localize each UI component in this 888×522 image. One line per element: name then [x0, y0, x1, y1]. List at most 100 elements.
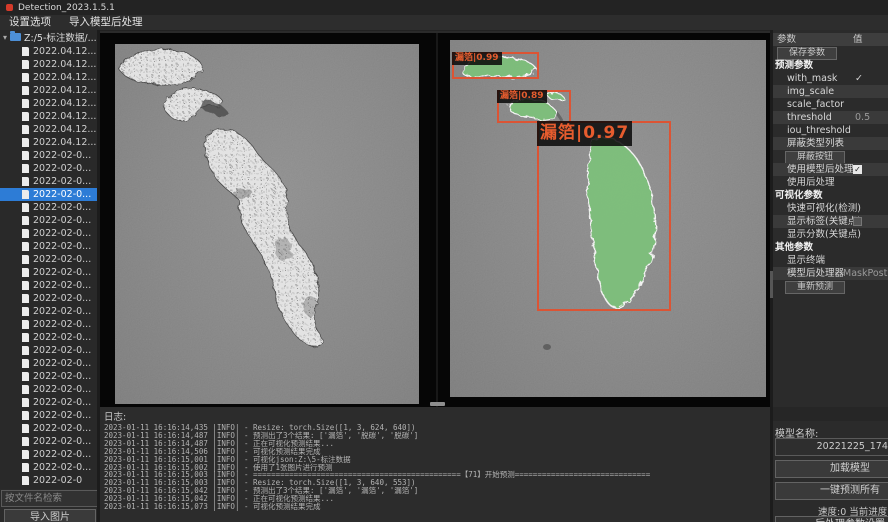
tree-item[interactable]: 2022-02-0...	[0, 396, 97, 409]
tree-item[interactable]: 2022-02-0...	[0, 292, 97, 305]
tree-item[interactable]: 2022-02-0...	[0, 448, 97, 461]
tree-item[interactable]: 2022.04.12...	[0, 123, 97, 136]
search-input[interactable]	[1, 490, 102, 507]
menu-settings[interactable]: 设置选项	[0, 15, 60, 30]
tree-item-label: 2022-02-0...	[33, 150, 91, 161]
model-name-field[interactable]: 20221225_174813	[775, 438, 888, 456]
param-label: 其他参数	[773, 242, 813, 253]
tree-item[interactable]: 2022-02-0...	[0, 357, 97, 370]
file-icon	[22, 138, 29, 147]
param-row[interactable]: 显示分数(关键点)	[773, 228, 888, 241]
file-icon	[22, 398, 29, 407]
check-icon[interactable]: ✓	[855, 72, 863, 85]
raw-image-graphic	[115, 44, 419, 404]
param-row[interactable]: 预测参数	[773, 59, 888, 72]
app-icon	[6, 4, 13, 11]
tree-root-label: Z:/5-标注数据/...	[24, 30, 97, 44]
tree-item[interactable]: 2022-02-0...	[0, 266, 97, 279]
prediction-image-viewer[interactable]: 漏箔|0.99 漏箔|0.89 漏箔|0.97	[450, 40, 766, 397]
param-row[interactable]: 使用后处理	[773, 176, 888, 189]
raw-image-viewer[interactable]	[115, 44, 419, 404]
detection-box: 漏箔|0.99	[452, 52, 539, 79]
tree-item[interactable]: 2022-02-0...	[0, 409, 97, 422]
postprocess-params-button[interactable]: 后处理参数设置	[775, 516, 888, 522]
checkbox-checked[interactable]: ✓	[853, 165, 862, 174]
param-label: 可视化参数	[773, 190, 823, 201]
tree-item[interactable]: 2022-02-0...	[0, 175, 97, 188]
param-row[interactable]: 屏蔽按钮	[773, 150, 888, 163]
tree-item[interactable]: 2022-02-0...	[0, 435, 97, 448]
load-model-button[interactable]: 加载模型	[775, 460, 888, 478]
param-row[interactable]: 屏蔽类型列表	[773, 137, 888, 150]
tree-item[interactable]: 2022-02-0...	[0, 344, 97, 357]
import-image-button[interactable]: 导入图片	[4, 509, 96, 522]
param-button[interactable]: 重新预测	[785, 281, 845, 294]
param-row[interactable]: scale_factor	[773, 98, 888, 111]
tree-item[interactable]: 2022.04.12...	[0, 136, 97, 149]
tree-item[interactable]: 2022-02-0...	[0, 461, 97, 474]
tree-item[interactable]: 2022-02-0...	[0, 149, 97, 162]
param-row[interactable]: iou_threshold	[773, 124, 888, 137]
param-row[interactable]: 使用模型后处理✓	[773, 163, 888, 176]
param-row[interactable]: threshold0.5	[773, 111, 888, 124]
param-row[interactable]: 模型后处理器MaskPostPro	[773, 267, 888, 280]
file-icon	[22, 307, 29, 316]
param-row[interactable]: 快速可视化(检测)	[773, 202, 888, 215]
file-icon	[22, 372, 29, 381]
param-row[interactable]: 可视化参数	[773, 189, 888, 202]
param-row[interactable]: 保存参数	[773, 46, 888, 59]
tree-item[interactable]: 2022.04.12...	[0, 110, 97, 123]
param-row[interactable]: 重新预测	[773, 280, 888, 293]
file-icon	[22, 346, 29, 355]
section-separator	[773, 407, 888, 421]
detection-label: 漏箔|0.97	[537, 121, 632, 146]
checkbox-unchecked[interactable]	[853, 217, 862, 226]
tree-item[interactable]: 2022.04.12...	[0, 45, 97, 58]
tree-item[interactable]: 2022-02-0...	[0, 318, 97, 331]
tree-item[interactable]: 2022-02-0...	[0, 279, 97, 292]
tree-item[interactable]: 2022-02-0...	[0, 240, 97, 253]
image-splitter[interactable]	[436, 33, 438, 407]
param-row[interactable]: img_scale	[773, 85, 888, 98]
tree-root[interactable]: ▾ Z:/5-标注数据/...	[0, 30, 97, 44]
tree-item[interactable]: 2022-02-0...	[0, 162, 97, 175]
param-label: 使用模型后处理	[773, 164, 854, 175]
tree-item[interactable]: 2022-02-0...	[0, 227, 97, 240]
tree-item[interactable]: 2022-02-0	[0, 474, 97, 487]
tree-item-label: 2022-02-0...	[33, 176, 91, 187]
caret-down-icon[interactable]: ▾	[0, 33, 10, 42]
tree-item[interactable]: 2022-02-0...	[0, 422, 97, 435]
param-row[interactable]: 显示终端	[773, 254, 888, 267]
file-tree-panel: ▾ Z:/5-标注数据/... 2022.04.12...2022.04.12.…	[0, 30, 97, 489]
tree-item[interactable]: 2022-02-0...	[0, 214, 97, 227]
tree-item[interactable]: 2022.04.12...	[0, 58, 97, 71]
param-row[interactable]: with_mask✓	[773, 72, 888, 85]
tree-item-label: 2022-02-0...	[33, 436, 91, 447]
tree-item[interactable]: 2022.04.12...	[0, 71, 97, 84]
image-splitter-handle[interactable]	[430, 402, 445, 406]
tree-item[interactable]: 2022-02-0...	[0, 383, 97, 396]
tree-item-label: 2022-02-0...	[33, 358, 91, 369]
param-row[interactable]: 显示标签(关键点)	[773, 215, 888, 228]
file-icon	[22, 463, 29, 472]
tree-item-label: 2022-02-0...	[33, 332, 91, 343]
tree-item[interactable]: 2022-02-0...	[0, 201, 97, 214]
param-label: 显示分数(关键点)	[773, 229, 861, 240]
tree-item[interactable]: 2022-02-0...	[0, 331, 97, 344]
tree-item[interactable]: 2022.04.12...	[0, 84, 97, 97]
tree-item[interactable]: 2022.04.12...	[0, 97, 97, 110]
detection-label: 漏箔|0.89	[497, 90, 547, 103]
menu-import-postprocess[interactable]: 导入模型后处理	[60, 15, 152, 30]
file-tree-items: 2022.04.12...2022.04.12...2022.04.12...2…	[0, 45, 97, 489]
predict-all-button[interactable]: 一键预测所有	[775, 482, 888, 500]
tree-item[interactable]: 2022-02-0...	[0, 370, 97, 383]
param-row[interactable]: 其他参数	[773, 241, 888, 254]
tree-item[interactable]: 2022-02-0...	[0, 188, 97, 201]
log-panel[interactable]: 日志: 2023-01-11 16:16:14,435 |INFO| - Res…	[100, 407, 770, 522]
tree-item[interactable]: 2022-02-0...	[0, 253, 97, 266]
param-label: 显示标签(关键点)	[773, 216, 861, 227]
file-icon	[22, 294, 29, 303]
tree-item-label: 2022-02-0...	[33, 215, 91, 226]
tree-item-label: 2022.04.12...	[33, 98, 96, 109]
tree-item[interactable]: 2022-02-0...	[0, 305, 97, 318]
